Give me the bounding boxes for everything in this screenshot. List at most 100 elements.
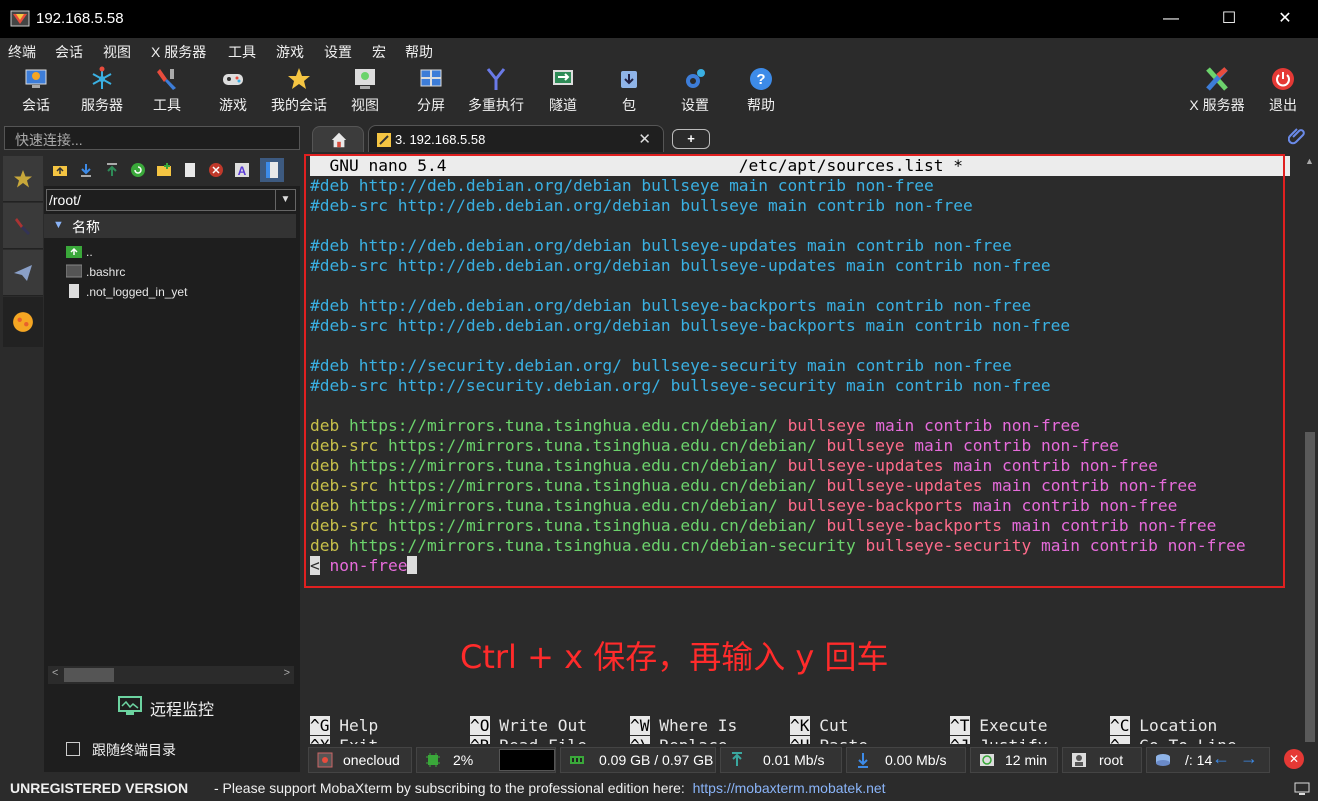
sidebar-tab-tools[interactable] xyxy=(3,203,43,249)
disk-icon xyxy=(1156,754,1170,766)
shortcut-key: ^O xyxy=(470,716,490,735)
view-button[interactable]: 视图 xyxy=(348,66,382,116)
tab-session[interactable]: 3. 192.168.5.58 ✕ xyxy=(368,125,664,152)
upload-icon[interactable] xyxy=(104,162,120,178)
mobaxterm-link[interactable]: https://mobaxterm.mobatek.net xyxy=(693,780,886,796)
shortcut-key: ^G xyxy=(310,716,330,735)
terminal-vertical-scrollbar[interactable]: ▲ xyxy=(1302,152,1318,744)
status-uptime: 12 min xyxy=(970,747,1058,773)
menu-terminal[interactable]: 终端 xyxy=(8,42,36,62)
tab-home[interactable] xyxy=(312,126,364,152)
follow-terminal-checkbox[interactable] xyxy=(66,742,80,756)
monitor-small-icon[interactable] xyxy=(1294,782,1310,796)
sort-arrow-icon: ▼ xyxy=(53,219,64,231)
remote-path-select[interactable]: /root/ ▼ xyxy=(46,189,296,211)
new-tab-button[interactable]: + xyxy=(672,129,710,149)
quick-connect-input[interactable]: 快速连接... xyxy=(4,126,300,150)
status-cpu: 2% xyxy=(416,747,556,773)
nano-shortcut: ^O Write Out xyxy=(470,716,587,736)
new-folder-icon[interactable] xyxy=(156,162,172,178)
nano-shortcut: ^X Exit xyxy=(310,736,378,744)
terminal-scrollbar-thumb[interactable] xyxy=(1305,432,1315,742)
shortcut-label: Write Out xyxy=(489,716,587,735)
nano-shortcut: ^K Cut xyxy=(790,716,848,736)
scrollbar-thumb[interactable] xyxy=(64,668,114,682)
menu-xserver[interactable]: X 服务器 xyxy=(151,42,206,62)
xserver-button[interactable]: X 服务器 xyxy=(1186,66,1248,116)
user-icon xyxy=(1072,753,1086,767)
menu-bar: 终端 会话 视图 X 服务器 工具 游戏 设置 宏 帮助 xyxy=(0,38,1318,62)
bottom-bar: UNREGISTERED VERSION - Please support Mo… xyxy=(0,776,1318,801)
parent-folder-icon xyxy=(66,246,82,258)
paperclip-icon[interactable] xyxy=(1288,127,1306,145)
servers-button[interactable]: 服务器 xyxy=(78,66,126,116)
svg-text:A: A xyxy=(238,164,247,178)
clock-icon xyxy=(980,754,994,766)
servers-icon xyxy=(92,66,112,89)
shortcut-key: ^\ xyxy=(630,736,650,744)
shortcut-label: Go To Line xyxy=(1130,736,1236,744)
sidebar-tab-sessions[interactable] xyxy=(3,156,43,202)
close-status-button[interactable]: ✕ xyxy=(1284,749,1304,769)
shortcut-label: Execute xyxy=(969,716,1048,735)
file-icon xyxy=(69,284,79,298)
shortcut-key: ^J xyxy=(950,736,970,744)
terminal-area[interactable]: GNU nano 5.4 /etc/apt/sources.list * #de… xyxy=(302,152,1302,744)
rename-icon[interactable]: A xyxy=(234,162,250,178)
star-icon xyxy=(288,68,310,89)
nano-shortcut: ^U Paste xyxy=(790,736,868,744)
shortcut-label: Cut xyxy=(809,716,849,735)
status-memory: 0.09 GB / 0.97 GB xyxy=(560,747,716,773)
close-tab-button[interactable]: ✕ xyxy=(638,130,651,148)
file-properties-icon[interactable] xyxy=(260,158,284,182)
svg-text:?: ? xyxy=(756,71,765,88)
power-icon xyxy=(1272,68,1294,90)
split-button[interactable]: 分屏 xyxy=(414,66,448,116)
download-icon[interactable] xyxy=(78,162,94,178)
scroll-status-left-button[interactable]: ← xyxy=(1208,748,1234,770)
folder-up-icon[interactable] xyxy=(52,162,68,178)
menu-tools[interactable]: 工具 xyxy=(228,42,256,62)
status-bar: onecloud 2% 0.09 GB / 0.97 GB 0.01 Mb/s … xyxy=(302,744,1318,774)
scroll-status-right-button[interactable]: → xyxy=(1236,748,1262,770)
menu-macros[interactable]: 宏 xyxy=(372,42,386,62)
file-list-horizontal-scrollbar[interactable]: < > xyxy=(48,666,294,684)
session-button[interactable]: 会话 xyxy=(18,66,54,116)
scroll-right-icon[interactable]: > xyxy=(284,667,290,679)
help-button[interactable]: ? 帮助 xyxy=(744,66,778,116)
delete-icon[interactable] xyxy=(208,162,224,178)
exit-button[interactable]: 退出 xyxy=(1266,66,1300,116)
settings-button[interactable]: 设置 xyxy=(678,66,712,116)
tools-button[interactable]: 工具 xyxy=(150,66,184,116)
close-window-button[interactable]: ✕ xyxy=(1262,6,1308,32)
packages-button[interactable]: 包 xyxy=(612,66,646,116)
sidebar-tab-macros[interactable] xyxy=(3,250,43,296)
tunnel-button[interactable]: 隧道 xyxy=(546,66,580,116)
multiexec-button[interactable]: 多重执行 xyxy=(464,66,528,116)
sidebar-tab-sftp[interactable] xyxy=(3,297,43,347)
shortcut-label: Exit xyxy=(330,736,378,744)
menu-help[interactable]: 帮助 xyxy=(405,42,433,62)
cpu-icon xyxy=(426,753,440,767)
new-file-icon[interactable] xyxy=(182,162,198,178)
maximize-button[interactable]: ☐ xyxy=(1206,6,1252,32)
view-icon xyxy=(355,69,375,89)
menu-sessions[interactable]: 会话 xyxy=(55,42,83,62)
gear-icon xyxy=(686,69,705,88)
minimize-button[interactable]: — xyxy=(1148,6,1194,32)
menu-games[interactable]: 游戏 xyxy=(276,42,304,62)
games-button[interactable]: 游戏 xyxy=(216,66,250,116)
terminal-file-icon xyxy=(66,264,82,278)
file-list-header[interactable]: ▼ 名称 xyxy=(44,214,296,238)
help-icon: ? xyxy=(750,68,772,90)
file-browser-toolbar: A xyxy=(44,152,300,186)
my-sessions-button[interactable]: 我的会话 xyxy=(268,66,330,116)
scroll-up-icon[interactable]: ▲ xyxy=(1305,156,1314,166)
refresh-icon[interactable] xyxy=(130,162,146,178)
menu-view[interactable]: 视图 xyxy=(103,42,131,62)
menu-settings[interactable]: 设置 xyxy=(324,42,352,62)
scroll-left-icon[interactable]: < xyxy=(52,667,58,679)
chevron-down-icon[interactable]: ▼ xyxy=(275,190,295,210)
name-column-header: 名称 xyxy=(72,219,100,235)
shortcut-label: Read File xyxy=(490,736,587,744)
